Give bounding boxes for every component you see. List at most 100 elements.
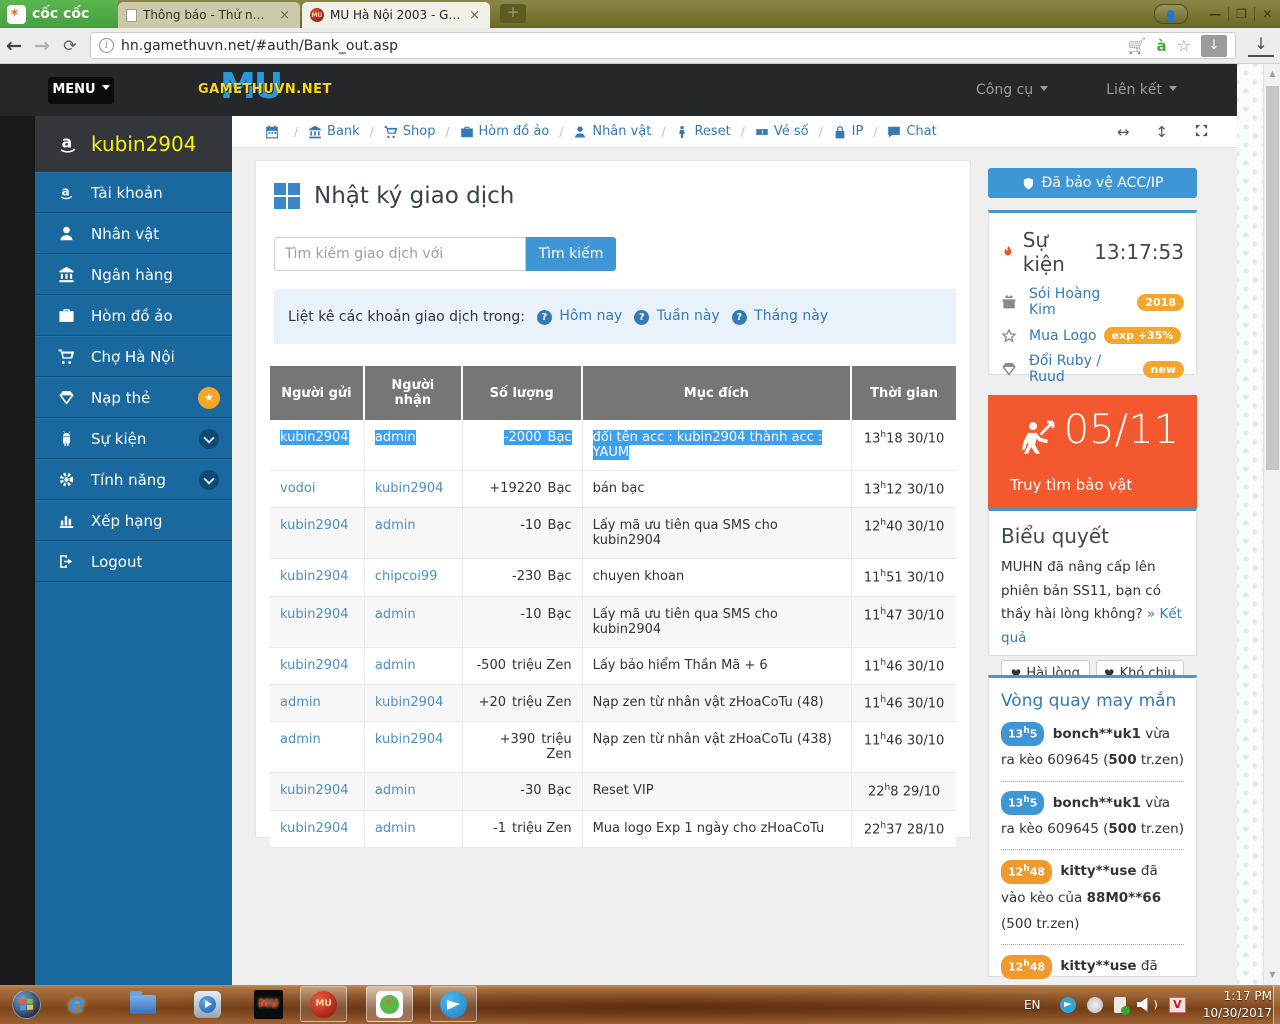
event-link[interactable]: Đổi Ruby / Ruud (1029, 353, 1136, 385)
cart-extension-icon[interactable]: 🛒 (1128, 37, 1147, 55)
coccoc-tray-icon[interactable] (1087, 997, 1103, 1013)
window-close-button[interactable]: ✕ (1254, 7, 1280, 21)
lucky-wheel-title[interactable]: Vòng quay may mắn (1001, 691, 1184, 711)
breadcrumb-link[interactable]: / (265, 125, 308, 139)
receiver-link[interactable]: kubin2904 (375, 481, 444, 496)
site-logo[interactable]: MU GAMETHUVN.NET (198, 68, 328, 112)
new-tab-button[interactable]: + (500, 4, 526, 23)
page-info-icon[interactable]: i (99, 38, 114, 53)
links-dropdown[interactable]: Liên kết (1106, 82, 1177, 98)
receiver-link[interactable]: admin (375, 783, 416, 798)
event-item: Đổi Ruby / Ruud new (1001, 353, 1184, 385)
start-button[interactable] (12, 990, 41, 1019)
volume-icon[interactable]: ) (1137, 998, 1158, 1012)
sidebar-item[interactable]: Nạp thẻ ★ (35, 377, 232, 418)
breadcrumb-link[interactable]: IP / (833, 124, 888, 139)
receiver-link[interactable]: chipcoi99 (375, 569, 438, 584)
sidebar-item[interactable]: Hòm đồ ảo (35, 295, 232, 336)
coccoc-task-button[interactable] (366, 986, 413, 1022)
sender-link[interactable]: admin (280, 695, 321, 710)
breadcrumb-link[interactable]: Hòm đồ ảo / (460, 124, 574, 139)
resize-vertical-icon[interactable]: ↕ (1155, 123, 1168, 141)
sidebar-item[interactable]: Logout (35, 541, 232, 582)
fullscreen-icon[interactable] (1194, 123, 1209, 138)
download-button[interactable]: ↓ (1201, 35, 1227, 57)
purpose-text: Nạp zen từ nhân vật zHoaCoTu (48) (593, 695, 824, 710)
browser-tab-inactive[interactable]: Thông báo - Thử nghiệm tín × (118, 2, 300, 28)
bookmark-star-icon[interactable]: ☆ (1177, 36, 1191, 55)
internet-explorer-icon[interactable]: e (68, 989, 85, 1018)
window-minimize-button[interactable]: — (1202, 7, 1228, 21)
back-button[interactable]: ← (0, 35, 28, 57)
event-link[interactable]: Mua Logo (1029, 328, 1097, 344)
receiver-link[interactable]: admin (375, 518, 416, 533)
mu-launcher-task-button[interactable]: MU (300, 986, 347, 1022)
downloads-icon[interactable]: ↓ (1248, 35, 1274, 57)
sidebar-item[interactable]: Tính năng (35, 459, 232, 500)
tab-close-icon[interactable]: × (467, 8, 482, 23)
filter-link[interactable]: Tuần này (657, 308, 720, 324)
sidebar-item[interactable]: Sự kiện (35, 418, 232, 459)
amount-value: +19220Bạc (489, 481, 571, 496)
clock[interactable]: 1:17 PM 10/30/2017 (1203, 988, 1272, 1022)
breadcrumb-link[interactable]: Shop / (384, 124, 460, 139)
telegram-task-button[interactable] (430, 986, 477, 1022)
menu-button[interactable]: MENU (48, 77, 114, 104)
acc-ip-protected-button[interactable]: Đã bảo vệ ACC/IP (988, 168, 1197, 198)
breadcrumb-link[interactable]: Reset / (675, 124, 754, 139)
sender-link[interactable]: kubin2904 (280, 518, 349, 533)
scroll-down-arrow[interactable]: ▼ (1264, 967, 1280, 983)
filter-link[interactable]: Tháng này (754, 308, 828, 324)
sender-link[interactable]: admin (280, 732, 321, 747)
filter-link[interactable]: Hôm nay (559, 308, 622, 324)
tab-close-icon[interactable]: × (277, 8, 292, 23)
mu-game-icon[interactable]: MU (254, 990, 283, 1019)
sidebar-item[interactable]: Xếp hạng (35, 500, 232, 541)
explorer-folder-icon[interactable] (130, 995, 156, 1014)
sender-link[interactable]: kubin2904 (280, 430, 349, 445)
media-player-icon[interactable] (194, 991, 221, 1018)
tools-dropdown[interactable]: Công cụ (976, 82, 1048, 98)
event-link[interactable]: Sói Hoàng Kim (1029, 286, 1130, 318)
forward-button[interactable]: → (28, 35, 56, 57)
browser-tab-active[interactable]: MU MU Hà Nội 2003 - Gamethu × (302, 2, 490, 28)
window-restore-button[interactable]: ❐ (1228, 7, 1254, 21)
dictionary-extension-icon[interactable]: à (1157, 37, 1167, 55)
sender-link[interactable]: kubin2904 (280, 783, 349, 798)
sidebar-item[interactable]: Chợ Hà Nội (35, 336, 232, 377)
receiver-link[interactable]: admin (375, 430, 416, 445)
reload-button[interactable]: ⟳ (56, 36, 84, 55)
breadcrumb-link[interactable]: Vé số / (755, 124, 833, 139)
sender-link[interactable]: kubin2904 (280, 569, 349, 584)
telegram-tray-icon[interactable] (1060, 997, 1076, 1013)
scrollbar-thumb[interactable] (1266, 86, 1279, 470)
receiver-link[interactable]: admin (375, 821, 416, 836)
sender-link[interactable]: vodoi (280, 481, 315, 496)
browser-scrollbar[interactable]: ▲ ▼ (1263, 64, 1280, 985)
treasure-hunt-card[interactable]: 05/11 Truy tìm bảo vật (988, 395, 1197, 508)
receiver-link[interactable]: admin (375, 658, 416, 673)
resize-horizontal-icon[interactable]: ↔ (1117, 123, 1130, 141)
sidebar-item[interactable]: Nhân vật (35, 213, 232, 254)
sender-link[interactable]: kubin2904 (280, 658, 349, 673)
address-bar[interactable]: i hn.gamethuvn.net/#auth/Bank_out.asp 🛒 … (90, 32, 1236, 59)
receiver-link[interactable]: kubin2904 (375, 732, 444, 747)
breadcrumb-link[interactable]: Bank / (308, 124, 384, 139)
breadcrumb-link[interactable]: Nhân vật / (573, 124, 675, 139)
search-input[interactable] (274, 237, 526, 271)
v-app-tray-icon[interactable]: V (1169, 997, 1186, 1013)
sidebar-item[interactable]: Ngân hàng (35, 254, 232, 295)
browser-profile-button[interactable]: 👤 (1154, 4, 1188, 24)
receiver-link[interactable]: admin (375, 607, 416, 622)
url-text[interactable]: hn.gamethuvn.net/#auth/Bank_out.asp (121, 38, 1128, 54)
receiver-link[interactable]: kubin2904 (375, 695, 444, 710)
sender-link[interactable]: kubin2904 (280, 607, 349, 622)
safely-remove-hardware-icon[interactable] (1114, 997, 1126, 1013)
search-button[interactable]: Tìm kiếm (526, 237, 616, 271)
show-desktop-button[interactable] (1273, 985, 1280, 1024)
breadcrumb-link[interactable]: Chat (887, 124, 936, 139)
sidebar-item[interactable]: Tài khoản (35, 172, 232, 213)
sender-link[interactable]: kubin2904 (280, 821, 349, 836)
language-indicator[interactable]: EN (1024, 998, 1041, 1012)
scroll-up-arrow[interactable]: ▲ (1264, 66, 1280, 82)
